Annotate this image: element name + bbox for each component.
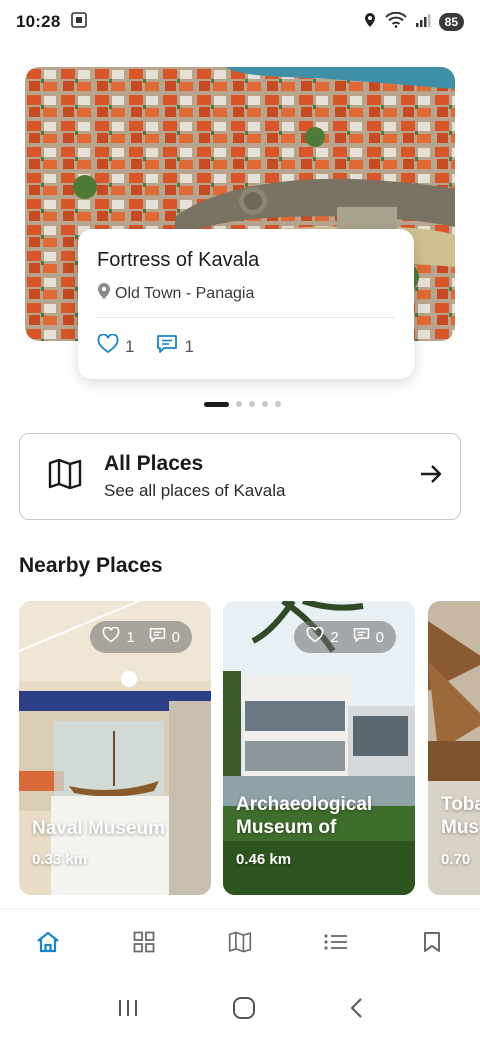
place-name: Naval Museum [32,818,166,839]
stats-pill: 2 0 [294,621,396,653]
all-places-subtitle: See all places of Kavala [104,481,286,500]
place-card-tobacco-museum[interactable]: Toba Mus 0.70 [428,601,480,895]
comment-icon [353,627,370,647]
comments-count: 0 [171,628,180,646]
heart-icon [97,333,119,359]
status-time: 10:28 [16,12,61,31]
bookmark-icon [423,931,441,958]
comment-icon [156,334,178,359]
carousel-dot[interactable] [236,401,242,407]
place-card-archaeological-museum[interactable]: 2 0 Archaeological Museum of 0.46 km [223,601,415,895]
carousel-dot[interactable] [275,401,281,407]
likes-stat[interactable]: 1 [97,333,135,359]
place-distance: 0.33 km [32,851,88,868]
nav-home[interactable] [28,925,68,965]
hero-title: Fortress of Kavala [97,249,260,271]
location-pin-icon [97,282,111,305]
carousel-dot[interactable] [249,401,255,407]
map-icon [48,458,82,495]
back-icon[interactable] [349,997,363,1024]
arrow-right-icon [420,464,442,489]
hero-info-card[interactable]: Fortress of Kavala Old Town - Panagia 1 … [78,229,414,379]
likes-count: 1 [126,628,135,646]
bottom-navigation [0,908,480,980]
location-icon [363,12,377,33]
place-distance: 0.70 [441,851,471,868]
hero-stats: 1 1 [97,333,395,359]
divider [97,317,395,318]
home-button-icon[interactable] [232,996,256,1025]
all-places-button[interactable]: All Places See all places of Kavala [19,433,461,520]
wifi-icon [384,11,407,33]
place-card-naval-museum[interactable]: 1 0 Naval Museum 0.33 km [19,601,211,895]
nearby-section-title: Nearby Places [19,554,163,577]
signal-icon [415,12,431,33]
heart-icon [102,626,120,647]
likes-count: 1 [125,336,135,356]
comments-count: 1 [184,336,194,356]
hero-location-text: Old Town - Panagia [115,284,255,302]
map-icon [228,931,252,958]
carousel-dot[interactable] [262,401,268,407]
place-name: Archaeological Museum of [236,794,373,838]
comments-stat[interactable]: 1 [156,334,194,359]
carousel-indicator[interactable] [204,401,281,407]
home-icon [36,931,60,958]
carousel-dot-active[interactable] [204,401,229,407]
list-icon [324,933,348,956]
screenshot-icon [70,11,88,34]
heart-icon [306,626,324,647]
grid-icon [133,931,155,958]
status-bar: 10:28 85 [0,0,480,44]
all-places-title: All Places [104,452,204,475]
hero-location: Old Town - Panagia [97,282,395,305]
comment-icon [149,627,166,647]
place-name: Toba Mus [441,794,480,838]
recent-apps-icon[interactable] [117,998,139,1023]
nav-list[interactable] [316,925,356,965]
likes-count: 2 [330,628,339,646]
system-navigation-bar [0,980,480,1040]
place-distance: 0.46 km [236,851,292,868]
battery-indicator: 85 [438,13,464,31]
comments-count: 0 [375,628,384,646]
nearby-places-list[interactable]: 1 0 Naval Museum 0.33 km 2 0 Archaeologi… [19,601,480,895]
nav-categories[interactable] [124,925,164,965]
stats-pill: 1 0 [90,621,192,653]
nav-map[interactable] [220,925,260,965]
nav-bookmarks[interactable] [412,925,452,965]
